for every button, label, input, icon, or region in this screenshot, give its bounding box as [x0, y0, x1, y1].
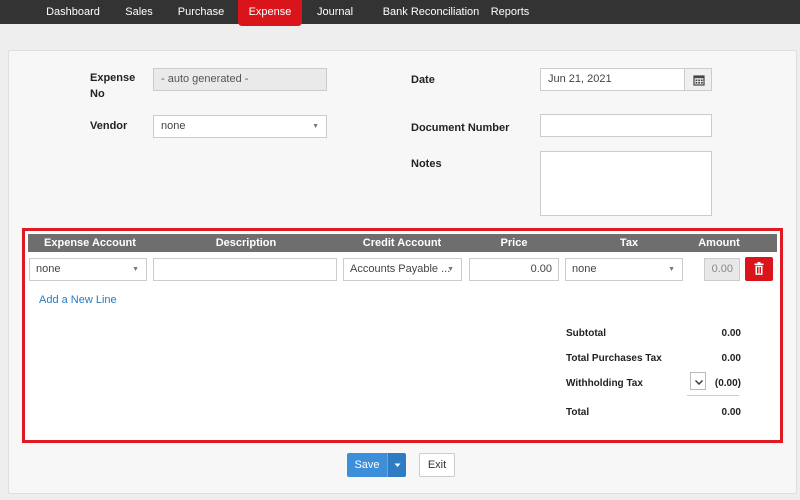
nav-dashboard[interactable]: Dashboard [38, 0, 108, 24]
chevron-down-icon [695, 380, 703, 385]
purchase-tax-label: Total Purchases Tax [566, 353, 662, 364]
col-expense-account: Expense Account [44, 237, 136, 249]
tax-select[interactable]: none ▼ [565, 258, 683, 281]
top-nav: Dashboard Sales Purchase Expense Journal… [0, 0, 800, 26]
expense-lines-section: Expense Account Description Credit Accou… [22, 228, 783, 443]
notes-label: Notes [411, 158, 442, 170]
total-label: Total [566, 407, 590, 418]
chevron-down-icon: ▼ [312, 123, 319, 130]
document-number-input[interactable] [540, 114, 712, 137]
withholding-tax-value: (0.00) [714, 378, 741, 389]
add-new-line-link[interactable]: Add a New Line [39, 294, 117, 306]
date-picker-button[interactable] [684, 68, 712, 91]
delete-line-button[interactable] [745, 257, 773, 281]
expense-no-field: - auto generated - [153, 68, 327, 91]
vendor-select[interactable]: none ▼ [153, 115, 327, 138]
chevron-down-icon: ▼ [668, 266, 675, 273]
credit-account-select[interactable]: Accounts Payable ... ▼ [343, 258, 462, 281]
price-input[interactable]: 0.00 [469, 258, 559, 281]
nav-sales[interactable]: Sales [116, 0, 162, 24]
summary-divider [687, 395, 739, 396]
vendor-select-value: none [161, 120, 186, 132]
subtotal-value: 0.00 [721, 328, 741, 339]
nav-reports[interactable]: Reports [475, 0, 545, 24]
notes-textarea[interactable] [540, 151, 712, 216]
purchase-tax-value: 0.00 [721, 353, 741, 364]
save-options-button[interactable] [387, 453, 406, 477]
calendar-icon [693, 75, 705, 86]
document-number-label: Document Number [411, 122, 510, 134]
nav-purchase[interactable]: Purchase [171, 0, 231, 24]
lines-table-header: Expense Account Description Credit Accou… [28, 234, 777, 252]
chevron-down-icon: ▼ [132, 266, 139, 273]
save-button[interactable]: Save [347, 453, 387, 477]
col-credit-account: Credit Account [362, 237, 442, 249]
trash-icon [754, 262, 764, 275]
col-price: Price [500, 237, 528, 249]
nav-expense[interactable]: Expense [238, 0, 302, 26]
vendor-label: Vendor [90, 120, 128, 132]
description-input[interactable] [153, 258, 337, 281]
nav-journal[interactable]: Journal [310, 0, 360, 24]
date-input[interactable]: Jun 21, 2021 [540, 68, 686, 91]
amount-field: 0.00 [704, 258, 740, 281]
col-tax: Tax [619, 237, 639, 249]
col-amount: Amount [698, 237, 740, 249]
tax-select-value: none [572, 263, 597, 275]
chevron-down-icon: ▼ [447, 266, 454, 273]
withholding-tax-label: Withholding Tax [566, 378, 643, 389]
date-label: Date [411, 74, 435, 86]
expense-no-label: Expense No [90, 72, 136, 100]
expense-account-select[interactable]: none ▼ [29, 258, 147, 281]
expense-account-value: none [36, 263, 61, 275]
caret-down-icon [394, 463, 401, 467]
col-description: Description [215, 237, 277, 249]
subtotal-label: Subtotal [566, 328, 606, 339]
credit-account-value: Accounts Payable ... [350, 263, 451, 275]
exit-button[interactable]: Exit [419, 453, 455, 477]
withholding-tax-select[interactable] [690, 372, 706, 390]
total-value: 0.00 [721, 407, 741, 418]
nav-bank-reconciliation[interactable]: Bank Reconciliation [372, 0, 490, 24]
